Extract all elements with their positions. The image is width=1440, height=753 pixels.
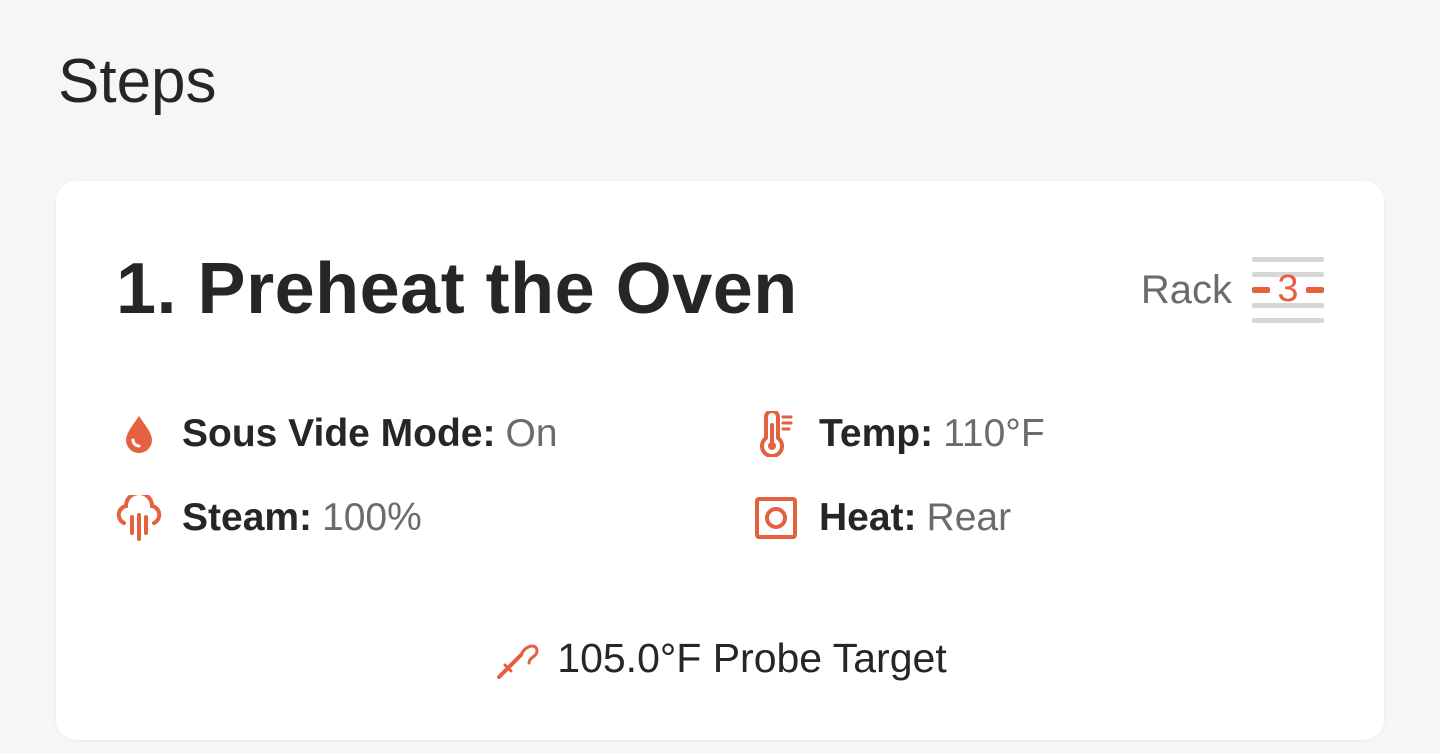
rack-position-icon: 3 [1252, 257, 1324, 323]
section-title: Steps [58, 47, 217, 116]
probe-target-text: 105.0°F Probe Target [557, 634, 947, 681]
param-value: 110°F [943, 412, 1045, 455]
probe-target: 105.0°F Probe Target [56, 633, 1384, 683]
rack-indicator: Rack 3 [1141, 257, 1324, 323]
steam-icon [116, 495, 162, 541]
param-temp: Temp: 110°F [753, 409, 1045, 459]
param-sous-vide: Sous Vide Mode: On [116, 409, 558, 459]
param-value: 100% [322, 496, 422, 539]
param-steam: Steam: 100% [116, 493, 422, 543]
param-label: Temp: [819, 412, 934, 455]
rear-heat-icon [753, 495, 799, 541]
thermometer-icon [753, 411, 799, 457]
rack-label: Rack [1140, 268, 1232, 312]
steps-page: Steps 1. Preheat the Oven Rack 3 Sous Vi… [0, 0, 1440, 753]
param-value: On [505, 412, 558, 455]
param-label: Heat: [819, 496, 917, 539]
water-drop-icon [116, 411, 162, 457]
param-value: Rear [926, 496, 1012, 539]
param-heat: Heat: Rear [753, 493, 1011, 543]
step-title: 1. Preheat the Oven [116, 249, 798, 329]
rack-number: 3 [1277, 268, 1298, 310]
param-label: Steam: [182, 496, 313, 539]
step-card[interactable]: 1. Preheat the Oven Rack 3 Sous Vide Mod… [56, 181, 1384, 740]
probe-icon [493, 633, 543, 683]
param-label: Sous Vide Mode: [182, 412, 496, 455]
